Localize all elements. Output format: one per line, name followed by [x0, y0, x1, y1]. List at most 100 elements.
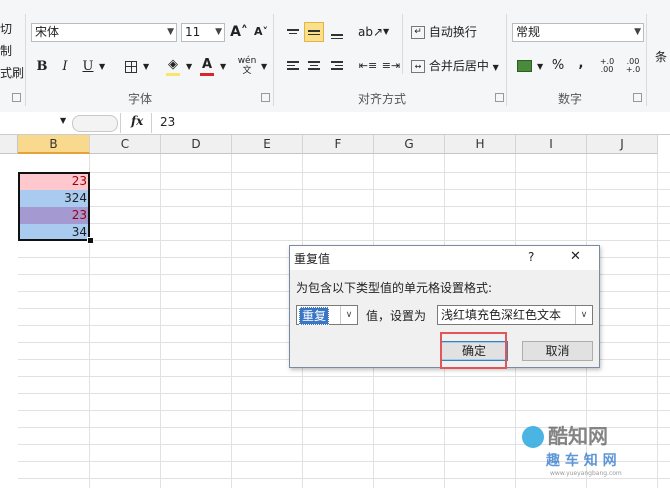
column-header-g[interactable]: G [374, 135, 445, 154]
align-center-button[interactable] [304, 56, 324, 76]
fill-dropdown-icon[interactable]: ▼ [186, 62, 192, 71]
chevron-down-icon: ▼ [60, 116, 67, 125]
align-top-icon [287, 27, 299, 36]
formula-bar: ▼ fx 23 [0, 112, 670, 135]
percent-button[interactable]: % [548, 56, 568, 76]
fill-bucket-icon: ◈ [168, 57, 178, 72]
shrink-font-button[interactable]: A˅ [251, 22, 271, 42]
grid-row-line [18, 393, 670, 394]
fx-button[interactable]: fx [131, 114, 143, 128]
wrap-text-icon: ↵ [411, 26, 425, 39]
column-header-c[interactable]: C [90, 135, 161, 154]
font-name-value: 宋体 [35, 25, 60, 39]
align-left-icon [287, 59, 299, 72]
merge-center-label: 合并后居中 [428, 59, 489, 73]
font-launcher-icon[interactable] [261, 93, 270, 102]
phonetic-icon: 文 [242, 66, 252, 76]
number-format-combo[interactable]: 常规 ▼ [512, 23, 644, 42]
align-bottom-icon [331, 32, 343, 41]
watermark-brand: 酷知网 [548, 424, 608, 448]
font-color-dropdown-icon[interactable]: ▼ [220, 62, 226, 71]
chevron-down-icon: ∨ [575, 306, 592, 324]
help-button[interactable]: ? [528, 250, 534, 264]
align-right-icon [331, 59, 343, 72]
formula-input[interactable]: 23 [160, 115, 665, 131]
merge-center-button[interactable]: ↔ 合并后居中 ▼ [411, 57, 499, 77]
align-middle-button[interactable] [304, 22, 324, 42]
fill-color-button[interactable]: ◈ [163, 55, 183, 76]
increase-indent-button[interactable]: ≡⇥ [381, 56, 401, 76]
font-size-combo[interactable]: 11 ▼ [181, 23, 225, 42]
increase-indent-icon: ≡⇥ [381, 59, 401, 72]
column-header-f[interactable]: F [303, 135, 374, 154]
italic-button[interactable]: I [55, 57, 75, 77]
set-as-label: 值，设置为 [366, 309, 427, 323]
font-color-letter: A [201, 57, 213, 72]
align-bottom-button[interactable] [327, 24, 347, 44]
underline-button[interactable]: U [78, 57, 98, 77]
phonetic-dropdown-icon[interactable]: ▼ [261, 62, 267, 71]
grid-row-line [18, 206, 670, 207]
column-header-i[interactable]: I [516, 135, 587, 154]
comma-button[interactable]: , [571, 54, 591, 74]
column-header-d[interactable]: D [161, 135, 232, 154]
wrap-text-button[interactable]: ↵ 自动换行 [411, 23, 477, 41]
conditional-format-button[interactable]: 条 [655, 48, 667, 66]
grid-row-line [18, 189, 670, 190]
align-left-button[interactable] [283, 56, 303, 76]
increase-decimal-button[interactable]: +.0 .00 [597, 58, 617, 78]
orientation-dropdown-icon[interactable]: ▼ [383, 27, 389, 36]
orientation-button[interactable]: ab↗ [358, 22, 383, 42]
cut-button[interactable]: 切 [0, 20, 12, 38]
value-type-value: 重复 [299, 307, 330, 325]
cancel-button[interactable]: 取消 [522, 341, 593, 361]
column-header-j[interactable]: J [587, 135, 658, 154]
align-top-button[interactable] [283, 22, 303, 42]
grid-column-line [231, 154, 232, 488]
border-button[interactable] [121, 57, 141, 77]
format-painter-button[interactable]: 式刷 [0, 64, 24, 82]
number-launcher-icon[interactable] [633, 93, 642, 102]
fill-color-bar [166, 73, 180, 76]
grid-row-line [18, 172, 670, 173]
grow-font-button[interactable]: A˄ [229, 22, 249, 42]
highlight-box [440, 332, 507, 369]
column-header-h[interactable]: H [445, 135, 516, 154]
underline-dropdown-icon[interactable]: ▼ [99, 62, 105, 71]
font-name-combo[interactable]: 宋体 ▼ [31, 23, 177, 42]
chevron-down-icon: ∨ [340, 306, 357, 324]
chevron-down-icon: ▼ [634, 27, 641, 37]
fill-handle[interactable] [87, 237, 94, 244]
select-all-corner[interactable] [0, 135, 18, 154]
dialog-prompt: 为包含以下类型值的单元格设置格式: [296, 281, 493, 295]
decrease-indent-button[interactable]: ⇤≡ [358, 56, 378, 76]
currency-button[interactable] [514, 56, 534, 76]
watermark-url: www.yueyangbang.com [550, 470, 622, 477]
formula-bar-scroll-handle[interactable] [72, 115, 118, 132]
alignment-launcher-icon[interactable] [495, 93, 504, 102]
chevron-down-icon: ▼ [492, 63, 499, 72]
close-button[interactable]: ✕ [570, 249, 581, 264]
currency-icon [516, 59, 532, 72]
copy-button[interactable]: 制 [0, 42, 12, 60]
align-right-button[interactable] [327, 56, 347, 76]
align-center-icon [308, 59, 320, 72]
name-box[interactable]: ▼ [0, 114, 68, 131]
border-icon [125, 60, 137, 73]
grid-row-line [18, 240, 670, 241]
border-dropdown-icon[interactable]: ▼ [143, 62, 149, 71]
decrease-decimal-button[interactable]: .00 +.0 [623, 58, 643, 78]
clipboard-launcher-icon[interactable] [12, 93, 21, 102]
alignment-group-label: 对齐方式 [358, 92, 407, 106]
font-group-label: 字体 [128, 92, 153, 106]
bold-button[interactable]: B [32, 57, 52, 77]
number-format-value: 常规 [516, 25, 541, 39]
column-header-b[interactable]: B [18, 135, 90, 154]
value-type-select[interactable]: 重复 ∨ [296, 305, 358, 325]
merge-center-icon: ↔ [411, 60, 425, 73]
phonetic-button[interactable]: wén 文 [237, 56, 257, 76]
format-select[interactable]: 浅红填充色深红色文本 ∨ [437, 305, 593, 325]
currency-dropdown-icon[interactable]: ▼ [537, 62, 543, 71]
font-color-button[interactable]: A [197, 55, 217, 76]
column-header-e[interactable]: E [232, 135, 303, 154]
